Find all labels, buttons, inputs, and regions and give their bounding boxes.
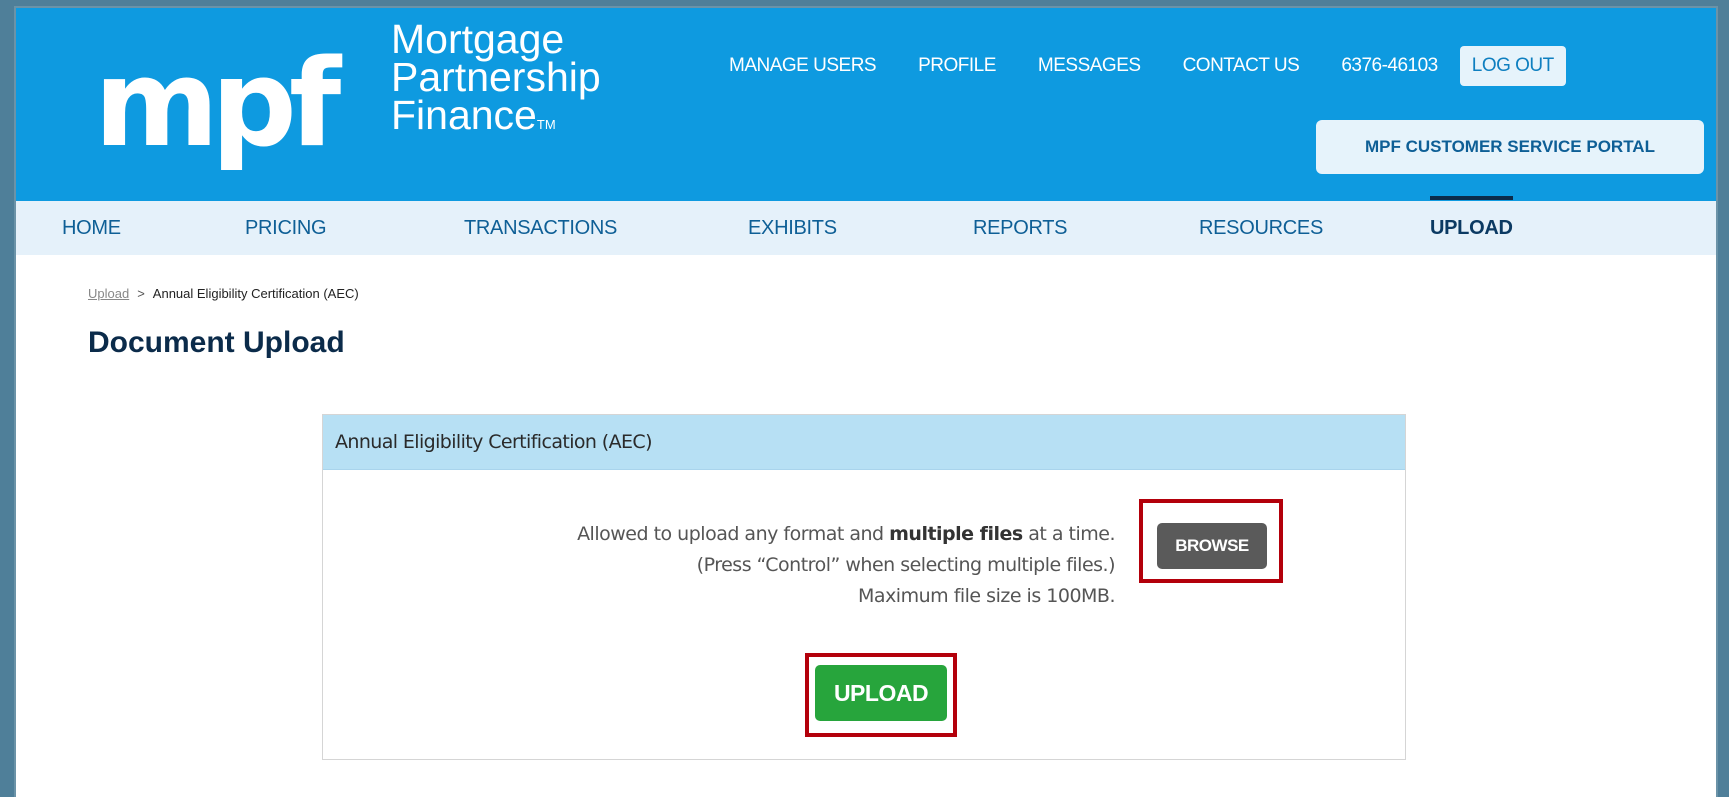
instruction-line-3: Maximum file size is 100MB.	[858, 585, 1115, 607]
nav-manage-users[interactable]: MANAGE USERS	[729, 55, 877, 77]
upload-button[interactable]: UPLOAD	[815, 665, 947, 721]
tab-home[interactable]: HOME	[62, 201, 121, 255]
tab-reports[interactable]: REPORTS	[973, 201, 1068, 255]
tab-transactions[interactable]: TRANSACTIONS	[464, 201, 617, 255]
tab-resources[interactable]: RESOURCES	[1199, 201, 1323, 255]
tab-exhibits[interactable]: EXHIBITS	[748, 201, 837, 255]
logout-button[interactable]: LOG OUT	[1459, 46, 1566, 86]
main-nav: HOME PRICING TRANSACTIONS EXHIBITS REPOR…	[16, 196, 1716, 255]
logo-wordmark: Mortgage Partnership FinanceTM	[391, 16, 601, 144]
nav-profile[interactable]: PROFILE	[918, 55, 996, 77]
nav-messages[interactable]: MESSAGES	[1038, 55, 1141, 77]
tab-upload[interactable]: UPLOAD	[1430, 196, 1513, 255]
tab-pricing[interactable]: PRICING	[245, 201, 327, 255]
browser-page: mpf Mortgage Partnership FinanceTM MANAG…	[16, 8, 1716, 797]
customer-service-portal-button[interactable]: MPF CUSTOMER SERVICE PORTAL	[1316, 120, 1704, 174]
mpf-logo[interactable]: mpf	[94, 30, 341, 180]
account-number: 6376-46103	[1341, 55, 1438, 76]
breadcrumb: Upload > Annual Eligibility Certification …	[88, 286, 359, 301]
trademark-symbol: TM	[536, 117, 556, 132]
instruction-line-2: (Press “Control” when selecting multiple…	[696, 554, 1116, 576]
site-header: mpf Mortgage Partnership FinanceTM MANAG…	[16, 8, 1716, 201]
logo-line-3: FinanceTM	[391, 92, 556, 138]
breadcrumb-upload-link[interactable]: Upload	[88, 286, 129, 301]
upload-instructions: Allowed to upload any format and multipl…	[577, 519, 1115, 612]
instruction-line-1: Allowed to upload any format and multipl…	[577, 523, 1115, 545]
browse-button[interactable]: BROWSE	[1157, 523, 1267, 569]
page-title: Document Upload	[88, 326, 345, 359]
upload-panel: Annual Eligibility Certification (AEC) A…	[322, 414, 1406, 760]
panel-header: Annual Eligibility Certification (AEC)	[323, 415, 1405, 470]
breadcrumb-separator: >	[137, 286, 145, 301]
logo-line-2: Partnership	[391, 54, 601, 100]
instruction-emphasis: multiple files	[889, 523, 1023, 545]
logo-line-1: Mortgage	[391, 16, 565, 62]
logo-mark-text: mpf	[94, 35, 341, 174]
top-nav: MANAGE USERS PROFILE MESSAGES CONTACT US…	[729, 46, 1566, 86]
breadcrumb-current: Annual Eligibility Certification (AEC)	[152, 286, 359, 301]
panel-title: Annual Eligibility Certification (AEC)	[335, 431, 653, 453]
nav-contact-us[interactable]: CONTACT US	[1183, 55, 1300, 77]
